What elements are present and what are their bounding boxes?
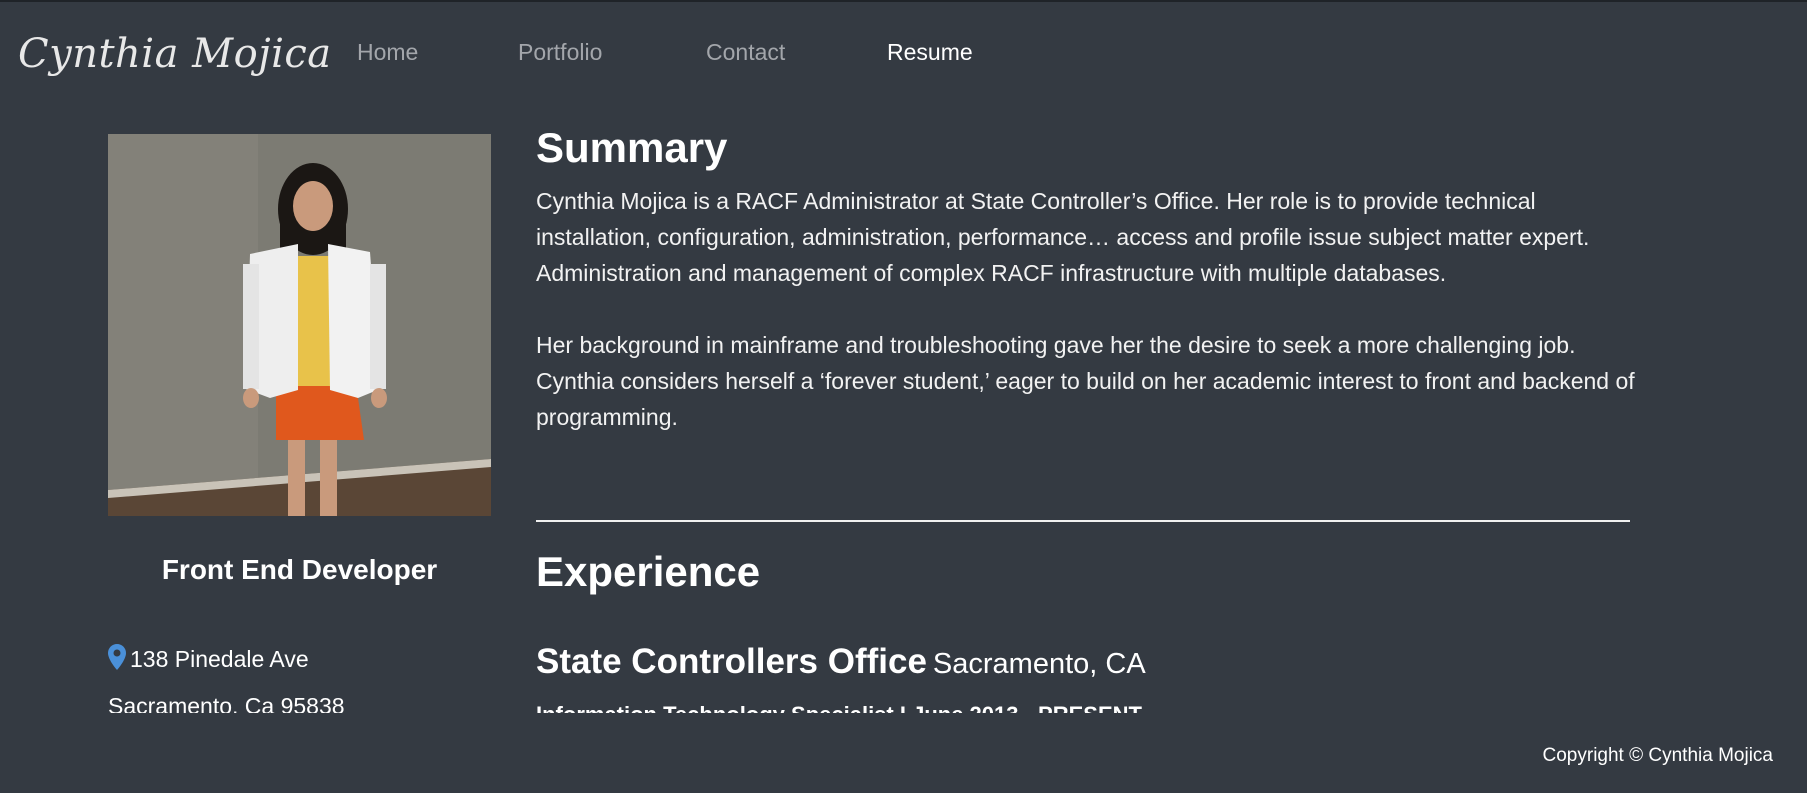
address-street: 138 Pinedale Ave (108, 644, 309, 677)
page-content: Front End Developer 138 Pinedale Ave Sac… (0, 100, 1807, 713)
summary-heading: Summary (536, 124, 728, 171)
company-location: Sacramento, CA (932, 648, 1146, 680)
job-position-line: Information Technology Specialist I June… (536, 702, 1142, 713)
brand-logo[interactable]: Cynthia Mojica (18, 26, 332, 82)
job-title: Front End Developer (161, 554, 438, 585)
address-city: Sacramento, Ca 95838 (108, 693, 345, 713)
company-name: State Controllers Office (536, 642, 927, 681)
nav-portfolio[interactable]: Portfolio (518, 37, 602, 67)
nav-home[interactable]: Home (357, 37, 418, 67)
profile-photo (108, 134, 491, 516)
map-pin-icon (108, 644, 126, 677)
footer-copyright: Copyright © Cynthia Mojica (1542, 745, 1773, 766)
nav-resume[interactable]: Resume (887, 37, 973, 67)
experience-heading: Experience (536, 548, 761, 595)
summary-paragraph-1: Cynthia Mojica is a RACF Administrator a… (536, 188, 1590, 286)
top-nav: Cynthia Mojica Home Portfolio Contact Re… (0, 0, 1807, 100)
nav-contact[interactable]: Contact (706, 37, 785, 67)
address-line1: 138 Pinedale Ave (130, 646, 309, 672)
section-divider (536, 520, 1630, 522)
summary-paragraph-2: Her background in mainframe and troubles… (536, 332, 1635, 430)
experience-company-line: State Controllers Office Sacramento, CA (536, 642, 1146, 682)
